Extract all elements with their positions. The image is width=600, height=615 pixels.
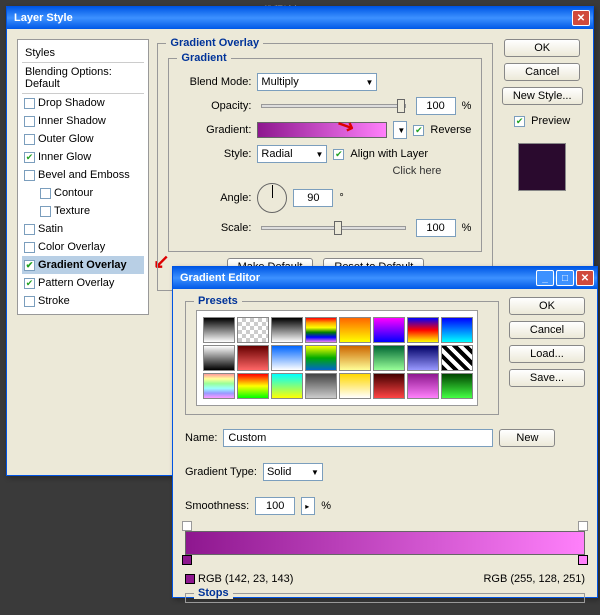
name-input[interactable] — [223, 429, 493, 447]
scale-input[interactable]: 100 — [416, 219, 456, 237]
name-label: Name: — [185, 432, 217, 444]
gradient-group: Gradient Blend Mode: Multiply▼ Opacity: … — [168, 58, 482, 252]
presets-grid[interactable] — [196, 310, 478, 406]
style-item-inner-shadow[interactable]: Inner Shadow — [22, 112, 144, 130]
ge-save-button[interactable]: Save... — [509, 369, 585, 387]
gradient-editor-titlebar[interactable]: Gradient Editor _ □ ✕ — [173, 267, 597, 289]
smooth-arrow[interactable]: ▸ — [301, 497, 315, 515]
checkbox[interactable] — [40, 188, 51, 199]
preview-checkbox[interactable]: ✔ — [514, 116, 525, 127]
style-item-stroke[interactable]: Stroke — [22, 292, 144, 310]
styles-header[interactable]: Styles — [22, 44, 144, 63]
presets-group: Presets — [185, 301, 499, 415]
swatch-icon — [185, 574, 195, 584]
angle-input[interactable]: 90 — [293, 189, 333, 207]
gradient-editor-title: Gradient Editor — [176, 272, 534, 284]
type-label: Gradient Type: — [185, 466, 257, 478]
stops-group: Stops — [185, 593, 585, 603]
gradient-overlay-group: Gradient Overlay Gradient Blend Mode: Mu… — [157, 43, 493, 291]
style-item-contour[interactable]: Contour — [22, 184, 144, 202]
style-item-satin[interactable]: Satin — [22, 220, 144, 238]
color-stop-right[interactable] — [578, 555, 588, 565]
maximize-icon[interactable]: □ — [556, 270, 574, 286]
ge-load-button[interactable]: Load... — [509, 345, 585, 363]
style-label: Style: — [179, 148, 251, 160]
align-checkbox[interactable]: ✔ — [333, 149, 344, 160]
panel-title: Gradient Overlay — [166, 37, 263, 49]
click-here-annotation: Click here — [179, 165, 441, 177]
opacity-slider[interactable] — [261, 104, 405, 108]
style-item-drop-shadow[interactable]: Drop Shadow — [22, 94, 144, 112]
checkbox[interactable] — [24, 116, 35, 127]
layer-style-titlebar[interactable]: Layer Style ✕ — [7, 7, 593, 29]
style-item-bevel[interactable]: Bevel and Emboss — [22, 166, 144, 184]
gradient-picker-arrow[interactable]: ▼ — [393, 121, 407, 139]
presets-label: Presets — [194, 295, 242, 307]
align-label: Align with Layer — [350, 148, 428, 160]
gradient-legend: Gradient — [177, 52, 230, 64]
blending-options[interactable]: Blending Options: Default — [22, 63, 144, 94]
cancel-button[interactable]: Cancel — [504, 63, 580, 81]
checkbox[interactable] — [24, 242, 35, 253]
opacity-stop-left[interactable] — [182, 521, 192, 531]
smooth-label: Smoothness: — [185, 500, 249, 512]
checkbox[interactable] — [24, 296, 35, 307]
checkbox[interactable] — [24, 98, 35, 109]
angle-label: Angle: — [179, 192, 251, 204]
chevron-down-icon: ▼ — [366, 78, 374, 87]
close-icon[interactable]: ✕ — [572, 10, 590, 26]
preview-swatch — [518, 143, 566, 191]
reverse-label: Reverse — [430, 124, 471, 136]
style-item-texture[interactable]: Texture — [22, 202, 144, 220]
opacity-label: Opacity: — [179, 100, 251, 112]
style-item-inner-glow[interactable]: ✔Inner Glow — [22, 148, 144, 166]
checkbox[interactable] — [24, 224, 35, 235]
scale-slider[interactable] — [261, 226, 405, 230]
opacity-input[interactable]: 100 — [416, 97, 456, 115]
blend-mode-select[interactable]: Multiply▼ — [257, 73, 377, 91]
checkbox[interactable] — [40, 206, 51, 217]
checkbox[interactable]: ✔ — [24, 152, 35, 163]
gradient-editor-dialog: Gradient Editor _ □ ✕ Presets OK Cancel … — [172, 266, 598, 598]
style-item-outer-glow[interactable]: Outer Glow — [22, 130, 144, 148]
checkbox[interactable]: ✔ — [24, 260, 35, 271]
color-stop-left[interactable] — [182, 555, 192, 565]
angle-dial[interactable] — [257, 183, 287, 213]
new-gradient-button[interactable]: New — [499, 429, 555, 447]
preview-label: Preview — [531, 115, 570, 127]
reverse-checkbox[interactable]: ✔ — [413, 125, 424, 136]
ge-cancel-button[interactable]: Cancel — [509, 321, 585, 339]
blend-mode-label: Blend Mode: — [179, 76, 251, 88]
minimize-icon[interactable]: _ — [536, 270, 554, 286]
style-item-color-overlay[interactable]: Color Overlay — [22, 238, 144, 256]
scale-label: Scale: — [179, 222, 251, 234]
styles-list: Styles Blending Options: Default Drop Sh… — [17, 39, 149, 315]
layer-style-title: Layer Style — [10, 12, 570, 24]
right-stop-value: RGB (255, 128, 251) — [483, 573, 585, 585]
ok-button[interactable]: OK — [504, 39, 580, 57]
checkbox[interactable] — [24, 134, 35, 145]
checkbox[interactable]: ✔ — [24, 278, 35, 289]
style-item-pattern-overlay[interactable]: ✔Pattern Overlay — [22, 274, 144, 292]
stops-label: Stops — [194, 587, 233, 599]
gradient-preview[interactable] — [257, 122, 387, 138]
left-stop-value: RGB (142, 23, 143) — [198, 573, 293, 585]
smooth-input[interactable]: 100 — [255, 497, 295, 515]
style-item-gradient-overlay[interactable]: ✔Gradient Overlay — [22, 256, 144, 274]
gradient-strip[interactable] — [185, 531, 585, 555]
style-select[interactable]: Radial▼ — [257, 145, 327, 163]
opacity-stop-right[interactable] — [578, 521, 588, 531]
close-icon[interactable]: ✕ — [576, 270, 594, 286]
checkbox[interactable] — [24, 170, 35, 181]
type-select[interactable]: Solid▼ — [263, 463, 323, 481]
gradient-label: Gradient: — [179, 124, 251, 136]
ge-ok-button[interactable]: OK — [509, 297, 585, 315]
new-style-button[interactable]: New Style... — [502, 87, 583, 105]
